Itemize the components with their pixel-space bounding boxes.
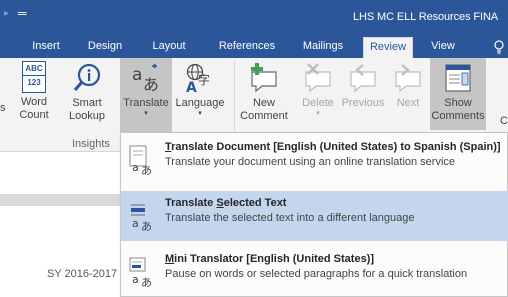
translate-caret-icon: ▾ (144, 110, 148, 117)
document-title: LHS MC ELL Resources FINA (353, 11, 499, 23)
delete-comment-icon (305, 63, 331, 93)
language-icon: A 字 (186, 63, 210, 94)
new-comment-button[interactable]: New Comment (238, 58, 290, 130)
translate-selected-text-description: Translate the selected text into a diffe… (165, 212, 415, 224)
translate-document-title: Translate Document [English (United Stat… (165, 141, 501, 153)
new-comment-icon (251, 63, 277, 93)
translate-document-item[interactable]: a あ Translate Document [English (United … (121, 135, 508, 185)
customize-quick-access-icon[interactable]: ═ (18, 6, 27, 20)
footer-year-text: SY 2016-2017 (47, 268, 118, 280)
word-count-icon: ABC 123 (22, 61, 46, 93)
ribbon-tab-bar: Insert Design Layout References Mailings… (0, 34, 508, 58)
tab-view[interactable]: View (425, 38, 461, 58)
svg-text:字: 字 (198, 72, 210, 87)
smart-lookup-label-line2: Lookup (68, 110, 106, 122)
partial-ribbon-label-right: C (500, 115, 508, 127)
partial-ribbon-label-left: s (0, 102, 6, 114)
svg-text:あ: あ (141, 276, 152, 287)
translate-document-icon: a あ (129, 145, 152, 175)
mini-translator-icon: a あ (129, 257, 152, 287)
translate-document-title-post: ranslate Document [English (United State… (171, 141, 501, 153)
delete-comment-button[interactable]: Delete ▾ (298, 58, 338, 130)
page-header-rule (0, 194, 130, 206)
delete-comment-label: Delete (302, 97, 334, 109)
language-button[interactable]: A 字 Language ▾ (174, 58, 226, 130)
svg-text:a: a (132, 273, 139, 286)
word-count-label-line2: Count (19, 109, 49, 121)
tab-references[interactable]: References (212, 38, 282, 58)
translate-label: Translate (123, 97, 169, 109)
new-comment-label-line2: Comment (240, 110, 288, 122)
next-comment-label: Next (396, 97, 420, 109)
mini-translator-description: Pause on words or selected paragraphs fo… (165, 268, 468, 280)
word-window: ▸ ═ LHS MC ELL Resources FINA Insert Des… (0, 0, 508, 297)
tab-insert[interactable]: Insert (27, 38, 65, 58)
previous-comment-label: Previous (341, 97, 385, 109)
smart-lookup-button[interactable]: Smart Lookup (65, 58, 109, 130)
previous-comment-button[interactable]: Previous (340, 58, 386, 130)
translate-selected-text-accelerator: S (216, 197, 224, 209)
tab-review[interactable]: Review (363, 37, 413, 58)
word-count-icon-text-123: 123 (23, 75, 45, 89)
translate-selected-text-icon: a あ (131, 204, 152, 231)
translate-selected-text-title: Translate Selected Text (165, 197, 286, 209)
svg-text:A: A (186, 80, 197, 94)
tab-design[interactable]: Design (82, 38, 128, 58)
insights-group-label: Insights (72, 138, 110, 150)
word-count-label-line1: Word (20, 96, 48, 108)
new-comment-label-line1: New (252, 97, 275, 109)
mini-translator-item[interactable]: a あ Mini Translator [English (United Sta… (121, 247, 508, 297)
translate-dropdown-menu: a あ Translate Document [English (United … (120, 132, 508, 297)
translate-selected-text-title-post: elected Text (223, 197, 287, 209)
mini-translator-accelerator: M (165, 253, 175, 265)
translate-document-description: Translate your document using an online … (165, 156, 456, 168)
svg-text:a: a (132, 65, 142, 85)
mini-translator-title: Mini Translator [English (United States)… (165, 253, 374, 265)
show-comments-label-line2: Comments (431, 110, 485, 122)
lightbulb-icon[interactable] (494, 40, 504, 54)
next-comment-button[interactable]: Next (390, 58, 426, 130)
show-comments-icon (445, 64, 471, 92)
previous-comment-icon (350, 64, 376, 93)
translate-selected-text-title-pre: Translate (165, 197, 217, 209)
svg-text:a: a (132, 161, 139, 174)
tab-layout[interactable]: Layout (146, 38, 192, 58)
language-label: Language (175, 97, 225, 109)
svg-text:あ: あ (143, 75, 159, 94)
svg-text:あ: あ (141, 164, 152, 175)
translate-button[interactable]: a あ Translate ▾ (120, 58, 172, 132)
word-count-icon-text-abc: ABC (25, 64, 43, 73)
title-bar: ▸ ═ LHS MC ELL Resources FINA (0, 0, 508, 34)
word-count-button[interactable]: ABC 123 Word Count (14, 58, 54, 130)
svg-text:a: a (132, 217, 139, 230)
smart-lookup-icon (73, 63, 101, 91)
next-comment-icon (395, 64, 421, 93)
language-caret-icon: ▾ (198, 110, 202, 117)
mini-translator-title-post: ini Translator [English (United States)] (174, 253, 375, 265)
translate-icon: a あ (132, 63, 159, 94)
translate-selected-text-item[interactable]: a あ Translate Selected Text Translate th… (121, 191, 508, 241)
show-comments-label-line1: Show (444, 97, 472, 109)
show-comments-button[interactable]: Show Comments (430, 58, 486, 130)
delete-caret-icon: ▾ (316, 110, 320, 117)
quick-access-arrow-icon[interactable]: ▸ (4, 8, 9, 19)
svg-text:あ: あ (141, 220, 152, 231)
smart-lookup-label-line1: Smart (72, 97, 102, 109)
tab-mailings[interactable]: Mailings (295, 38, 351, 58)
